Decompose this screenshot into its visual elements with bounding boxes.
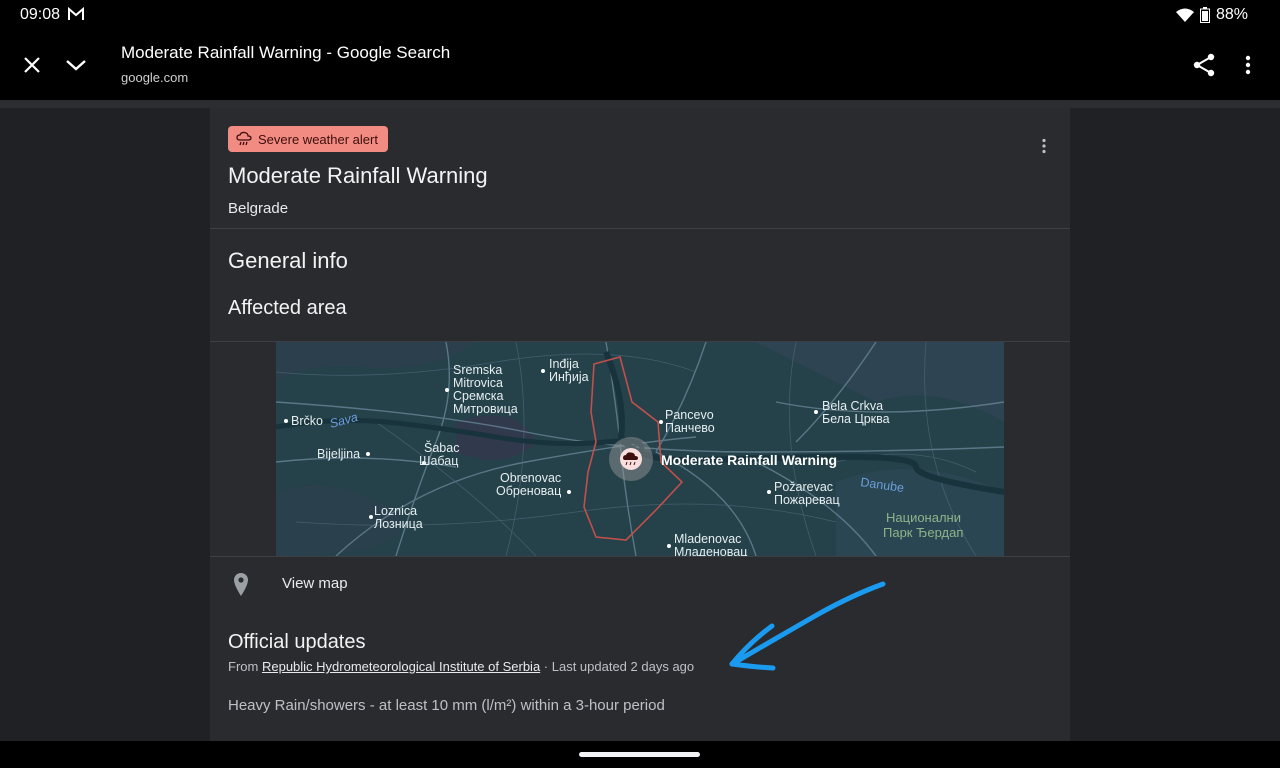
page-url: google.com (121, 70, 189, 85)
share-icon (1193, 53, 1215, 77)
chevron-down-icon (66, 60, 86, 71)
svg-text:НационалниПарк Ђердап: Национални Парк Ђердап (883, 510, 963, 540)
svg-text:PancevoПанчево: Pancevo Панчево (665, 408, 715, 435)
gmail-notification-icon (68, 6, 84, 20)
overflow-menu-button[interactable] (1233, 50, 1263, 80)
browser-top-bar: Moderate Rainfall Warning - Google Searc… (0, 30, 1280, 100)
svg-text:Bela CrkvaБела Црква: Bela Crkva Бела Црква (822, 399, 890, 426)
svg-text:Bijeljina: Bijeljina (317, 447, 360, 461)
status-bar: 09:08 88% (0, 0, 1280, 30)
section-divider (210, 228, 1070, 229)
badge-label: Severe weather alert (258, 131, 378, 147)
card-more-icon[interactable] (1036, 138, 1052, 154)
minimize-button[interactable] (61, 50, 91, 80)
status-time: 09:08 (20, 6, 61, 23)
view-map-label: View map (282, 575, 348, 592)
last-updated: · Last updated 2 days ago (543, 659, 695, 674)
battery-icon (1199, 7, 1210, 23)
more-vert-icon (1245, 55, 1251, 75)
warning-description: Heavy Rain/showers - at least 10 mm (l/m… (228, 697, 665, 714)
alert-title: Moderate Rainfall Warning (228, 163, 488, 188)
svg-text:PožarevacПожаревац: Požarevac Пожаревац (774, 480, 840, 507)
svg-text:ŠabacШабац: Šabac Шабац (419, 440, 459, 468)
alert-location: Belgrade (228, 200, 289, 217)
view-map-button[interactable]: View map (210, 557, 1070, 613)
map-pin-icon (234, 573, 248, 596)
svg-text:MladenovacМладеновац: Mladenovac Младеновац (674, 532, 747, 556)
close-icon (24, 57, 40, 73)
official-updates-heading: Official updates (228, 631, 366, 653)
weather-alert-card: Severe weather alert Moderate Rainfall W… (210, 108, 1070, 741)
home-gesture-handle[interactable] (579, 752, 700, 757)
close-button[interactable] (17, 50, 47, 80)
battery-percent: 88% (1215, 6, 1248, 23)
affected-area-map[interactable]: Moderate Rainfall Warning Inđija Инђија S… (276, 342, 1004, 556)
system-navigation-bar (0, 741, 1280, 768)
severe-alert-badge: Severe weather alert (228, 126, 388, 152)
general-info-heading: General info (228, 248, 348, 273)
toolbar-divider (0, 100, 1280, 108)
svg-text:ObrenovacОбреновац: Obrenovac Обреновац (496, 471, 561, 498)
svg-text:Brčko: Brčko (291, 414, 323, 428)
source-link[interactable]: Republic Hydrometeorological Institute o… (262, 659, 540, 674)
share-button[interactable] (1189, 50, 1219, 80)
page-title: Moderate Rainfall Warning - Google Searc… (121, 43, 451, 62)
svg-text:LoznicaЛозница: Loznica Лозница (374, 504, 423, 531)
update-source-line: From Republic Hydrometeorological Instit… (228, 659, 695, 674)
map-marker-label: Moderate Rainfall Warning (661, 452, 837, 468)
rain-cloud-icon (236, 131, 252, 146)
wifi-icon (1175, 8, 1194, 22)
affected-area-heading: Affected area (228, 297, 347, 319)
